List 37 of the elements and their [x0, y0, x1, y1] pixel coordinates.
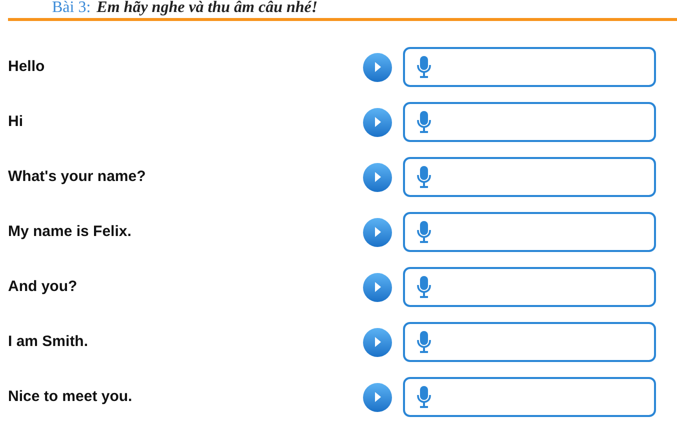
- instruction-text: Em hãy nghe và thu âm câu nhé!: [96, 0, 318, 18]
- sentence-text: Hello: [8, 56, 46, 77]
- recording-field[interactable]: [403, 322, 656, 362]
- sentence-text: I am Smith.: [8, 332, 90, 352]
- play-icon: [372, 336, 382, 348]
- sentence-text: What's your name?: [8, 166, 147, 187]
- recording-field[interactable]: [403, 157, 656, 197]
- play-icon: [372, 171, 382, 183]
- play-icon: [372, 391, 382, 403]
- play-icon: [372, 61, 382, 73]
- play-button[interactable]: [363, 108, 392, 136]
- sentence-text: Nice to meet you.: [8, 386, 134, 407]
- play-icon: [372, 281, 382, 293]
- microphone-icon: [417, 55, 431, 79]
- microphone-icon: [417, 110, 431, 134]
- play-button[interactable]: [363, 52, 392, 82]
- play-button[interactable]: [363, 328, 392, 356]
- microphone-icon: [417, 330, 431, 354]
- play-button[interactable]: [363, 272, 392, 302]
- sentence-text: Hi: [8, 112, 24, 132]
- recording-field[interactable]: [403, 377, 656, 417]
- play-button[interactable]: [363, 162, 392, 192]
- play-icon: [372, 226, 382, 238]
- exercise-label: Bài 3:: [52, 0, 91, 18]
- microphone-icon: [417, 165, 431, 189]
- recording-field[interactable]: [403, 212, 656, 252]
- sentence-text: My name is Felix.: [8, 222, 132, 242]
- microphone-icon: [417, 385, 431, 409]
- recording-field[interactable]: [403, 47, 656, 87]
- play-button[interactable]: [363, 218, 392, 246]
- play-button[interactable]: [363, 382, 392, 412]
- sentence-text: And you?: [8, 276, 78, 297]
- play-icon: [372, 116, 382, 128]
- microphone-icon: [417, 220, 431, 244]
- recording-field[interactable]: [403, 267, 656, 307]
- microphone-icon: [417, 275, 431, 299]
- recording-field[interactable]: [403, 102, 656, 142]
